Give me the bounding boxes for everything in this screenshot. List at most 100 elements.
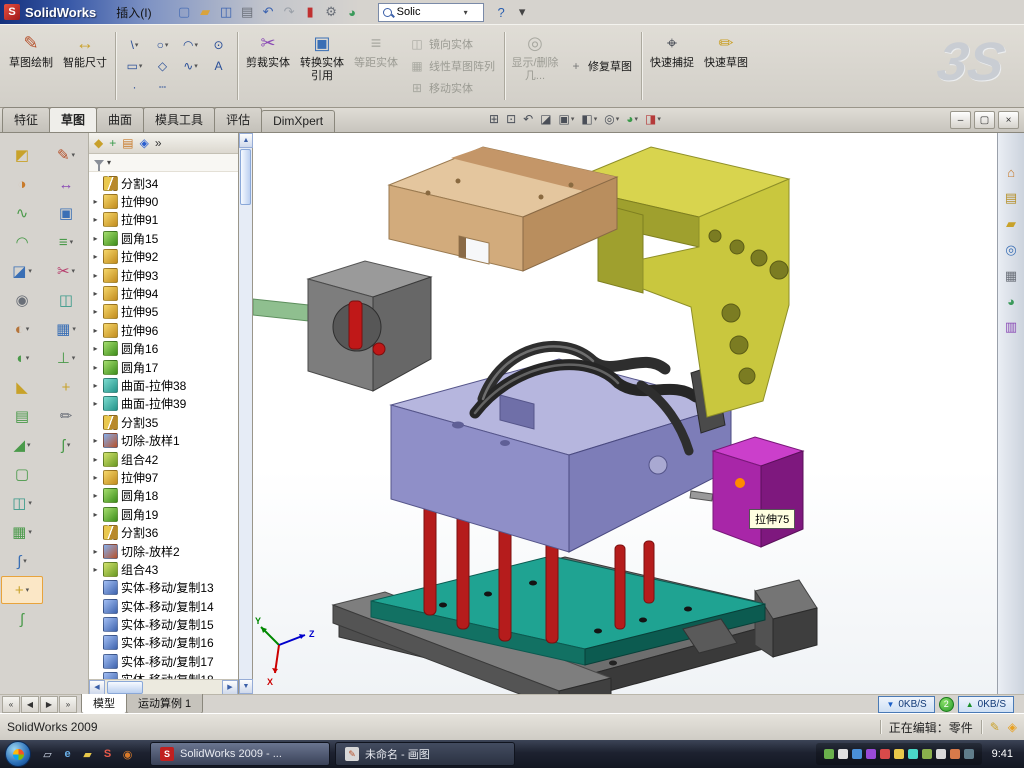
expand-arrow-icon[interactable]: ▸ — [91, 289, 100, 298]
tab-motion-study[interactable]: 运动算例 1 — [126, 694, 203, 714]
tree-item[interactable]: ▸圆角19 — [91, 505, 238, 523]
tray-music-icon[interactable] — [950, 749, 960, 759]
tree-horizontal-scrollbar[interactable]: ◀ ▶ — [89, 679, 238, 694]
polygon-tool-icon[interactable]: ◇ — [149, 56, 176, 76]
mirror-sketch-icon[interactable]: ◫ — [45, 286, 87, 314]
chamfer-icon[interactable]: ◣ — [1, 373, 43, 401]
apply-scene-icon[interactable]: ◨▾ — [643, 111, 663, 127]
panel-overflow-icon[interactable]: » — [155, 136, 162, 150]
tray-safety-icon[interactable] — [824, 749, 834, 759]
vscroll-thumb[interactable] — [240, 149, 251, 205]
tree-item[interactable]: 实体-移动/复制18 — [91, 671, 238, 679]
tree-item[interactable]: 实体-移动/复制17 — [91, 652, 238, 670]
tree-item[interactable]: ▸曲面-拉伸39 — [91, 395, 238, 413]
scroll-up-icon[interactable]: ▲ — [239, 133, 253, 148]
print-icon[interactable]: ▤ — [237, 3, 258, 22]
top-plate[interactable] — [389, 147, 617, 271]
custom-properties-icon[interactable]: ▥ — [1005, 319, 1017, 335]
tree-item[interactable]: 分割35 — [91, 413, 238, 431]
tab-sketch[interactable]: 草图 — [49, 107, 97, 132]
scroll-right-icon[interactable]: ▶ — [222, 680, 238, 695]
expand-arrow-icon[interactable]: ▸ — [91, 547, 100, 556]
display-delete-relations-button[interactable]: ◎显示/删除几... — [508, 27, 562, 105]
rapid-sketch-tool-icon[interactable]: ✏ — [45, 402, 87, 430]
spline-tool-icon[interactable]: ∿▾ — [177, 56, 204, 76]
ellipse-tool-icon[interactable]: ⊙ — [205, 35, 232, 55]
tab-features[interactable]: 特征 — [2, 107, 50, 132]
tree-item[interactable]: 分割36 — [91, 523, 238, 541]
relations-tool-icon[interactable]: ⊥▾ — [45, 344, 87, 372]
expand-arrow-icon[interactable]: ▸ — [91, 381, 100, 390]
zoom-fit-icon[interactable]: ⊡ — [504, 111, 518, 127]
tree-item[interactable]: ▸拉伸92 — [91, 248, 238, 266]
spline-sketch-icon[interactable]: ʃ▾ — [45, 431, 87, 459]
zoom-area-icon[interactable]: ⊞ — [487, 111, 501, 127]
configurationmanager-tab-icon[interactable]: ▤ — [122, 136, 133, 150]
expand-arrow-icon[interactable]: ▸ — [91, 491, 100, 500]
quick-snaps-button[interactable]: ⌖快速捕捉 — [645, 27, 699, 105]
mirror-feature-icon[interactable]: ◫▾ — [1, 489, 43, 517]
linear-pattern-icon[interactable]: ▦▾ — [1, 518, 43, 546]
sketch-button[interactable]: ✎草图绘制 — [4, 27, 58, 105]
offset-entities-button[interactable]: ≡等距实体 — [349, 27, 403, 105]
new-document-icon[interactable]: ▢ — [174, 3, 195, 22]
file-explorer-icon[interactable]: ▰ — [1006, 216, 1016, 232]
reference-geometry-icon[interactable]: +▾ — [1, 576, 43, 604]
search-box[interactable]: ▾ — [378, 3, 484, 22]
scroll-left-icon[interactable]: ◀ — [89, 680, 105, 695]
last-tab-button[interactable]: » — [59, 696, 77, 713]
repair-sketch-button[interactable]: +修复草图 — [565, 57, 635, 75]
expand-arrow-icon[interactable]: ▸ — [91, 510, 100, 519]
tree-item[interactable]: ▸圆角15 — [91, 229, 238, 247]
save-icon[interactable]: ◫ — [216, 3, 237, 22]
extruded-boss-icon[interactable]: ◩ — [1, 141, 43, 169]
appearance-swatch-icon[interactable]: ◕ — [342, 3, 363, 22]
view-orientation-icon[interactable]: ▣▾ — [557, 111, 577, 127]
solidworks-resources-icon[interactable]: ⌂ — [1007, 165, 1015, 180]
line-tool-icon[interactable]: \▾ — [121, 35, 148, 55]
rib-icon[interactable]: ▤ — [1, 402, 43, 430]
convert-tool-icon[interactable]: ▣ — [45, 199, 87, 227]
tree-item[interactable]: ▸切除-放样1 — [91, 431, 238, 449]
extruded-cut-icon[interactable]: ◪▾ — [1, 257, 43, 285]
close-button[interactable]: × — [998, 111, 1019, 129]
draft-icon[interactable]: ◢▾ — [1, 431, 43, 459]
move-entities-button[interactable]: ⊞移动实体 — [406, 79, 498, 97]
tree-item[interactable]: ▸拉伸95 — [91, 303, 238, 321]
mirror-entities-button[interactable]: ◫镜向实体 — [406, 35, 498, 53]
tree-item[interactable]: ▸拉伸96 — [91, 321, 238, 339]
open-icon[interactable]: ▰ — [195, 3, 216, 22]
filter-dropdown-icon[interactable]: ▾ — [107, 158, 111, 167]
tray-update-icon[interactable] — [838, 749, 848, 759]
rectangle-tool-icon[interactable]: ▭▾ — [121, 56, 148, 76]
meter-badge[interactable]: 2 — [939, 697, 954, 712]
tray-antivirus-icon[interactable] — [880, 749, 890, 759]
curve-icon[interactable]: ∫▾ — [1, 547, 43, 575]
search-dropdown-icon[interactable]: ▾ — [464, 8, 468, 17]
tree-item[interactable]: ▸组合42 — [91, 450, 238, 468]
folder-icon[interactable]: ▰ — [79, 746, 96, 763]
expand-arrow-icon[interactable]: ▸ — [91, 436, 100, 445]
slide-block[interactable] — [713, 437, 803, 547]
tree-item[interactable]: 分割34 — [91, 174, 238, 192]
dimension-tool-icon[interactable]: ↔ — [45, 170, 87, 198]
options-icon[interactable]: ⚙ — [321, 3, 342, 22]
tray-download-icon[interactable] — [894, 749, 904, 759]
exploded-mold-assembly[interactable]: Y Z X — [253, 133, 997, 694]
propertymanager-tab-icon[interactable]: + — [109, 136, 116, 150]
expand-arrow-icon[interactable]: ▸ — [91, 271, 100, 280]
tray-messenger-icon[interactable] — [866, 749, 876, 759]
tab-surfaces[interactable]: 曲面 — [96, 107, 144, 132]
shell-icon[interactable]: ▢ — [1, 460, 43, 488]
spline-feature-icon[interactable]: ʃ — [1, 605, 43, 633]
tab-dimxpert[interactable]: DimXpert — [261, 110, 335, 132]
tree-item[interactable]: ▸圆角17 — [91, 358, 238, 376]
tab-evaluate[interactable]: 评估 — [214, 107, 262, 132]
tree-item[interactable]: ▸拉伸97 — [91, 468, 238, 486]
lofted-boss-icon[interactable]: ◠ — [1, 228, 43, 256]
sketch-pattern-icon[interactable]: ▦▾ — [45, 315, 87, 343]
dimxpertmanager-tab-icon[interactable]: ◈ — [140, 136, 149, 150]
status-tag-icon[interactable]: ◈ — [1008, 720, 1017, 734]
tree-item[interactable]: ▸拉伸90 — [91, 192, 238, 210]
tree-item[interactable]: ▸拉伸94 — [91, 284, 238, 302]
